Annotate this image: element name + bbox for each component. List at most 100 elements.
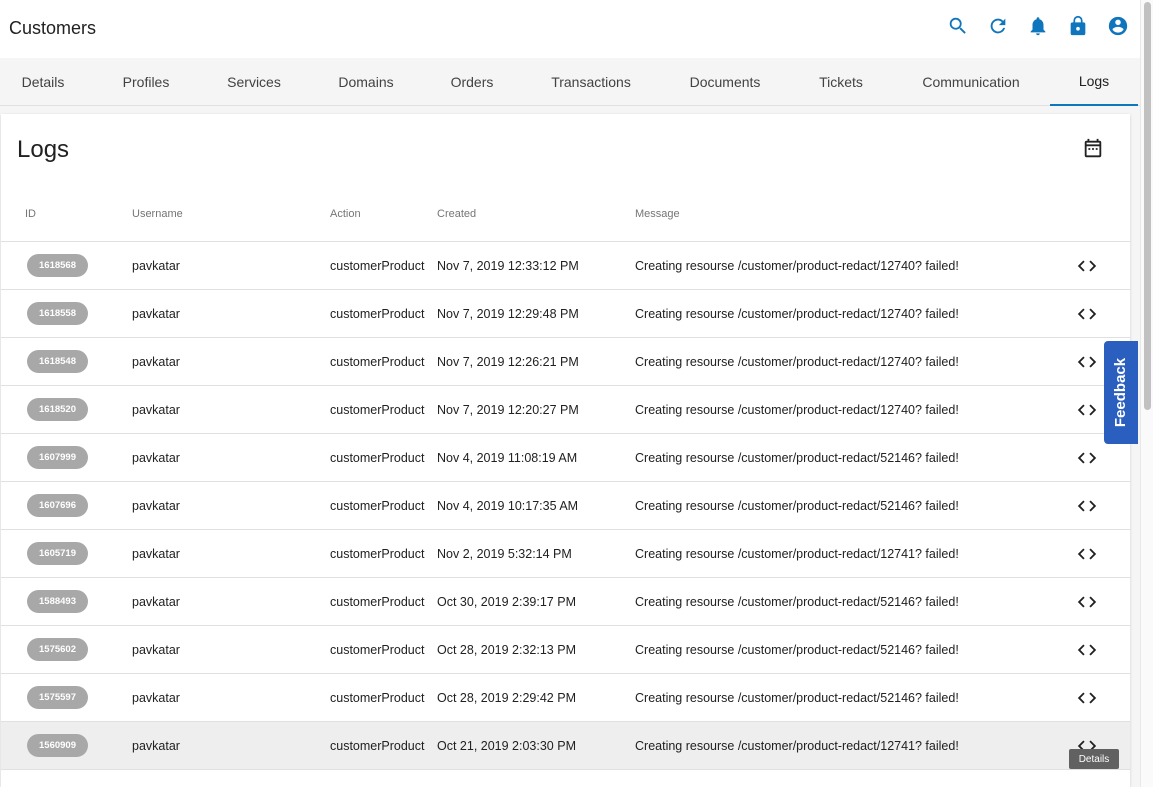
log-action: customerProduct: [330, 642, 425, 657]
table-header: ID Username Action Created Message: [1, 202, 1130, 242]
log-action: customerProduct: [330, 738, 425, 753]
log-username: pavkatar: [132, 690, 180, 705]
log-created: Nov 7, 2019 12:33:12 PM: [437, 258, 579, 273]
log-id-chip: 1575597: [27, 686, 88, 709]
column-header-id[interactable]: ID: [25, 208, 36, 220]
table-row[interactable]: 1607696 pavkatar customerProduct Nov 4, 201…: [1, 482, 1130, 530]
lock-icon[interactable]: [1066, 14, 1090, 38]
log-message: Creating resourse /customer/product-reda…: [635, 690, 959, 705]
log-id-chip: 1605719: [27, 542, 88, 565]
table-row[interactable]: 1618558 pavkatar customerProduct Nov 7, 201…: [1, 290, 1130, 338]
log-username: pavkatar: [132, 306, 180, 321]
code-details-icon[interactable]: [1076, 447, 1098, 469]
account-circle-icon[interactable]: [1106, 14, 1130, 38]
log-message: Creating resourse /customer/product-reda…: [635, 354, 959, 369]
code-details-icon[interactable]: [1076, 255, 1098, 277]
table-row[interactable]: 1618548 pavkatar customerProduct Nov 7, 201…: [1, 338, 1130, 386]
log-id-chip: 1618568: [27, 254, 88, 277]
code-details-icon[interactable]: [1076, 495, 1098, 517]
log-created: Oct 21, 2019 2:03:30 PM: [437, 738, 576, 753]
column-header-message[interactable]: Message: [635, 208, 680, 220]
log-message: Creating resourse /customer/product-reda…: [635, 450, 959, 465]
table-row[interactable]: 1588493 pavkatar customerProduct Oct 30, 20…: [1, 578, 1130, 626]
log-action: customerProduct: [330, 450, 425, 465]
refresh-icon[interactable]: [986, 14, 1010, 38]
code-details-icon[interactable]: [1076, 639, 1098, 661]
log-id-chip: 1618548: [27, 350, 88, 373]
log-username: pavkatar: [132, 258, 180, 273]
column-header-action[interactable]: Action: [330, 208, 361, 220]
search-icon[interactable]: [946, 14, 970, 38]
details-tooltip: Details: [1069, 749, 1119, 769]
tab-transactions[interactable]: Transactions: [535, 58, 647, 106]
tab-bar: Details Profiles Services Domains Orders…: [0, 58, 1140, 106]
code-details-icon[interactable]: [1076, 543, 1098, 565]
log-username: pavkatar: [132, 498, 180, 513]
tab-tickets[interactable]: Tickets: [796, 58, 886, 106]
log-action: customerProduct: [330, 594, 425, 609]
scrollbar[interactable]: [1140, 0, 1153, 787]
tab-services[interactable]: Services: [206, 58, 302, 106]
table-row[interactable]: 1575602 pavkatar customerProduct Oct 28, 20…: [1, 626, 1130, 674]
log-created: Oct 28, 2019 2:29:42 PM: [437, 690, 576, 705]
tab-domains[interactable]: Domains: [318, 58, 414, 106]
logs-title: Logs: [17, 136, 70, 163]
log-action: customerProduct: [330, 306, 425, 321]
log-username: pavkatar: [132, 738, 180, 753]
tab-details[interactable]: Details: [0, 58, 86, 106]
calendar-icon[interactable]: [1082, 138, 1106, 162]
log-id-chip: 1560909: [27, 734, 88, 757]
log-action: customerProduct: [330, 258, 425, 273]
code-details-icon[interactable]: [1076, 687, 1098, 709]
log-id-chip: 1588493: [27, 590, 88, 613]
table-row[interactable]: 1575597 pavkatar customerProduct Oct 28, 20…: [1, 674, 1130, 722]
log-message: Creating resourse /customer/product-reda…: [635, 402, 959, 417]
logs-card: Logs ID Username Action Created Message …: [1, 114, 1130, 787]
log-message: Creating resourse /customer/product-reda…: [635, 642, 959, 657]
code-details-icon[interactable]: [1076, 399, 1098, 421]
log-created: Nov 7, 2019 12:29:48 PM: [437, 306, 579, 321]
log-action: customerProduct: [330, 354, 425, 369]
feedback-button[interactable]: Feedback: [1104, 341, 1138, 444]
tab-profiles[interactable]: Profiles: [86, 58, 206, 106]
log-created: Nov 7, 2019 12:26:21 PM: [437, 354, 579, 369]
log-created: Nov 7, 2019 12:20:27 PM: [437, 402, 579, 417]
log-action: customerProduct: [330, 402, 425, 417]
log-message: Creating resourse /customer/product-reda…: [635, 738, 959, 753]
header-actions: [946, 14, 1130, 38]
app-header: Customers: [0, 0, 1140, 58]
log-created: Oct 28, 2019 2:32:13 PM: [437, 642, 576, 657]
tab-orders[interactable]: Orders: [424, 58, 520, 106]
log-username: pavkatar: [132, 402, 180, 417]
log-created: Nov 2, 2019 5:32:14 PM: [437, 546, 572, 561]
column-header-username[interactable]: Username: [132, 208, 183, 220]
log-message: Creating resourse /customer/product-reda…: [635, 306, 959, 321]
log-action: customerProduct: [330, 498, 425, 513]
code-details-icon[interactable]: [1076, 591, 1098, 613]
scrollbar-thumb[interactable]: [1144, 2, 1151, 410]
bell-icon[interactable]: [1026, 14, 1050, 38]
log-id-chip: 1618558: [27, 302, 88, 325]
code-details-icon[interactable]: [1076, 303, 1098, 325]
log-message: Creating resourse /customer/product-reda…: [635, 546, 959, 561]
log-username: pavkatar: [132, 546, 180, 561]
tab-communication[interactable]: Communication: [905, 58, 1037, 106]
column-header-created[interactable]: Created: [437, 208, 476, 220]
log-id-chip: 1575602: [27, 638, 88, 661]
table-row[interactable]: 1618520 pavkatar customerProduct Nov 7, 201…: [1, 386, 1130, 434]
tab-documents[interactable]: Documents: [675, 58, 775, 106]
feedback-label: Feedback: [1112, 357, 1130, 428]
log-action: customerProduct: [330, 546, 425, 561]
code-details-icon[interactable]: [1076, 351, 1098, 373]
table-row[interactable]: 1618568 pavkatar customerProduct Nov 7, 201…: [1, 242, 1130, 290]
table-row[interactable]: 1607999 pavkatar customerProduct Nov 4, 201…: [1, 434, 1130, 482]
log-action: customerProduct: [330, 690, 425, 705]
log-username: pavkatar: [132, 450, 180, 465]
log-id-chip: 1607999: [27, 446, 88, 469]
log-created: Oct 30, 2019 2:39:17 PM: [437, 594, 576, 609]
table-row[interactable]: 1605719 pavkatar customerProduct Nov 2, 201…: [1, 530, 1130, 578]
log-created: Nov 4, 2019 10:17:35 AM: [437, 498, 579, 513]
tab-logs[interactable]: Logs: [1050, 58, 1138, 106]
log-id-chip: 1618520: [27, 398, 88, 421]
table-row[interactable]: 1560909 pavkatar customerProduct Oct 21, 20…: [1, 722, 1130, 770]
